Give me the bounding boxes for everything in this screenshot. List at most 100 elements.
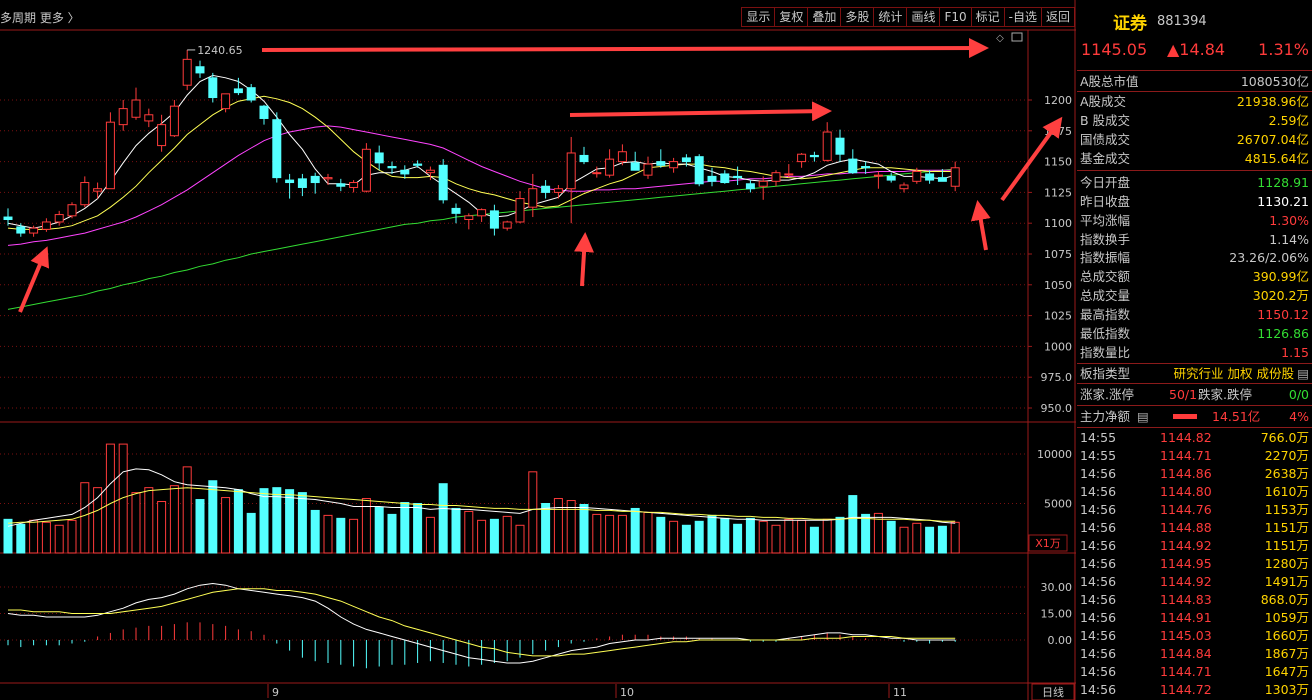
- quote-panel: 证券 881394 1145.05 ▲14.84 1.31% A股总市值 1080…: [1077, 0, 1312, 700]
- tick-time: 14:56: [1080, 610, 1117, 625]
- stat-label: 平均涨幅: [1080, 213, 1131, 228]
- stat-row: 平均涨幅 1.30%: [1077, 211, 1312, 230]
- volume-axis-label: 10000: [1037, 448, 1072, 461]
- candle: [937, 177, 947, 182]
- volume-bar: [848, 495, 858, 554]
- tick-row: 14:55 1144.71 2270万: [1077, 447, 1312, 465]
- candle: [285, 179, 295, 184]
- ma5-line: [7, 74, 956, 229]
- divider: [1077, 91, 1312, 92]
- tick-row: 14:56 1144.72 1303万: [1077, 681, 1312, 699]
- stat-label: 最高指数: [1080, 307, 1131, 322]
- volume-bar: [771, 524, 781, 554]
- tick-price: 1144.86: [1160, 466, 1212, 481]
- volume-bar: [797, 519, 807, 554]
- candle: [784, 173, 794, 176]
- decliners-label: 跌家.跌停: [1198, 387, 1252, 402]
- net-flow-label: 主力净额: [1080, 409, 1131, 424]
- stat-label: 最低指数: [1080, 326, 1131, 341]
- volume-bar: [656, 516, 666, 554]
- candle: [464, 215, 474, 221]
- tick-volume: 1151万: [1264, 538, 1309, 553]
- tick-price: 1145.03: [1160, 628, 1212, 643]
- tick-volume: 2638万: [1264, 466, 1309, 481]
- tick-price: 1144.72: [1160, 682, 1212, 697]
- volume-bar: [681, 524, 691, 554]
- volume-bar: [144, 487, 154, 554]
- candle: [182, 58, 192, 86]
- candle: [848, 158, 858, 174]
- stat-label: A股成交: [1080, 94, 1127, 109]
- volume-bar: [707, 514, 717, 554]
- net-flow-row: 主力净额 ▤ 14.51亿 4%: [1077, 407, 1312, 426]
- stat-value: 1.30%: [1269, 213, 1309, 228]
- volume-bar: [387, 513, 397, 554]
- stat-value: 3020.2万: [1252, 288, 1309, 303]
- volume-bar: [925, 526, 935, 554]
- volume-bar: [310, 509, 320, 554]
- price-axis-label: 1175: [1044, 125, 1072, 138]
- candle: [797, 153, 807, 163]
- stat-value: 390.99亿: [1252, 269, 1309, 284]
- candle: [489, 210, 499, 229]
- candle: [694, 156, 704, 185]
- kline-chart[interactable]: 1200 1175 1150 1125 1100 1075 1050 1025 1000 975.…: [0, 0, 1076, 700]
- tick-volume: 1610万: [1264, 484, 1309, 499]
- candle: [605, 158, 615, 176]
- candle: [374, 152, 384, 164]
- price-axis-label: 1125: [1044, 186, 1072, 199]
- volume-bar: [477, 519, 487, 554]
- macd-axis-label: 30.00: [1041, 581, 1073, 594]
- candle: [387, 166, 397, 169]
- candle: [886, 175, 896, 181]
- volume-bar: [502, 515, 512, 554]
- volume-bar: [233, 489, 243, 554]
- volume-bar: [182, 466, 192, 554]
- macd-axis-label: 15.00: [1041, 608, 1073, 621]
- candle: [643, 163, 653, 176]
- volume-bar: [694, 520, 704, 554]
- list-icon[interactable]: ▤: [1297, 364, 1309, 383]
- list-icon[interactable]: ▤: [1137, 407, 1149, 426]
- candle: [707, 175, 717, 182]
- last-price: 1145.05: [1081, 40, 1148, 59]
- volume-bar: [41, 521, 51, 554]
- stat-value: 1.15: [1281, 345, 1309, 360]
- price-axis-label: 1075: [1044, 248, 1072, 261]
- candle: [93, 188, 103, 192]
- tick-price: 1144.84: [1160, 646, 1212, 661]
- candle: [323, 177, 333, 180]
- tick-price: 1144.92: [1160, 538, 1212, 553]
- candle: [221, 93, 231, 110]
- index-name: 证券: [1113, 14, 1147, 34]
- candle: [336, 183, 346, 187]
- candle: [272, 119, 282, 179]
- tick-price: 1144.88: [1160, 520, 1212, 535]
- volume-bar: [400, 502, 410, 554]
- volume-bar: [105, 443, 115, 554]
- candle: [16, 226, 26, 234]
- volume-bar: [592, 513, 602, 554]
- max-price-label: 1240.65: [197, 44, 243, 57]
- tick-row: 14:56 1144.80 1610万: [1077, 483, 1312, 501]
- tick-volume: 1303万: [1264, 682, 1309, 697]
- volume-bar: [886, 520, 896, 554]
- tick-volume: 2270万: [1264, 448, 1309, 463]
- price-axis-label: 1200: [1044, 94, 1072, 107]
- net-flow-bar: [1173, 414, 1197, 419]
- advancers-label: 涨家.涨停: [1080, 387, 1134, 402]
- volume-bar: [489, 518, 499, 554]
- tick-row: 14:56 1144.83 868.0万: [1077, 591, 1312, 609]
- volume-bar: [669, 520, 679, 554]
- advance-decline-row: 涨家.涨停 50/1 跌家.跌停 0/0: [1077, 385, 1312, 404]
- net-flow-pct: 4%: [1289, 409, 1309, 424]
- volume-bar: [374, 506, 384, 554]
- volume-bar: [413, 503, 423, 554]
- price-axis-label: 975.0: [1041, 371, 1073, 384]
- volume-bar: [336, 517, 346, 554]
- stat-label: 指数振幅: [1080, 250, 1131, 265]
- tick-row: 14:56 1144.92 1151万: [1077, 537, 1312, 555]
- volume-bar: [285, 489, 295, 554]
- volume-bar: [809, 526, 819, 554]
- candle: [950, 167, 960, 187]
